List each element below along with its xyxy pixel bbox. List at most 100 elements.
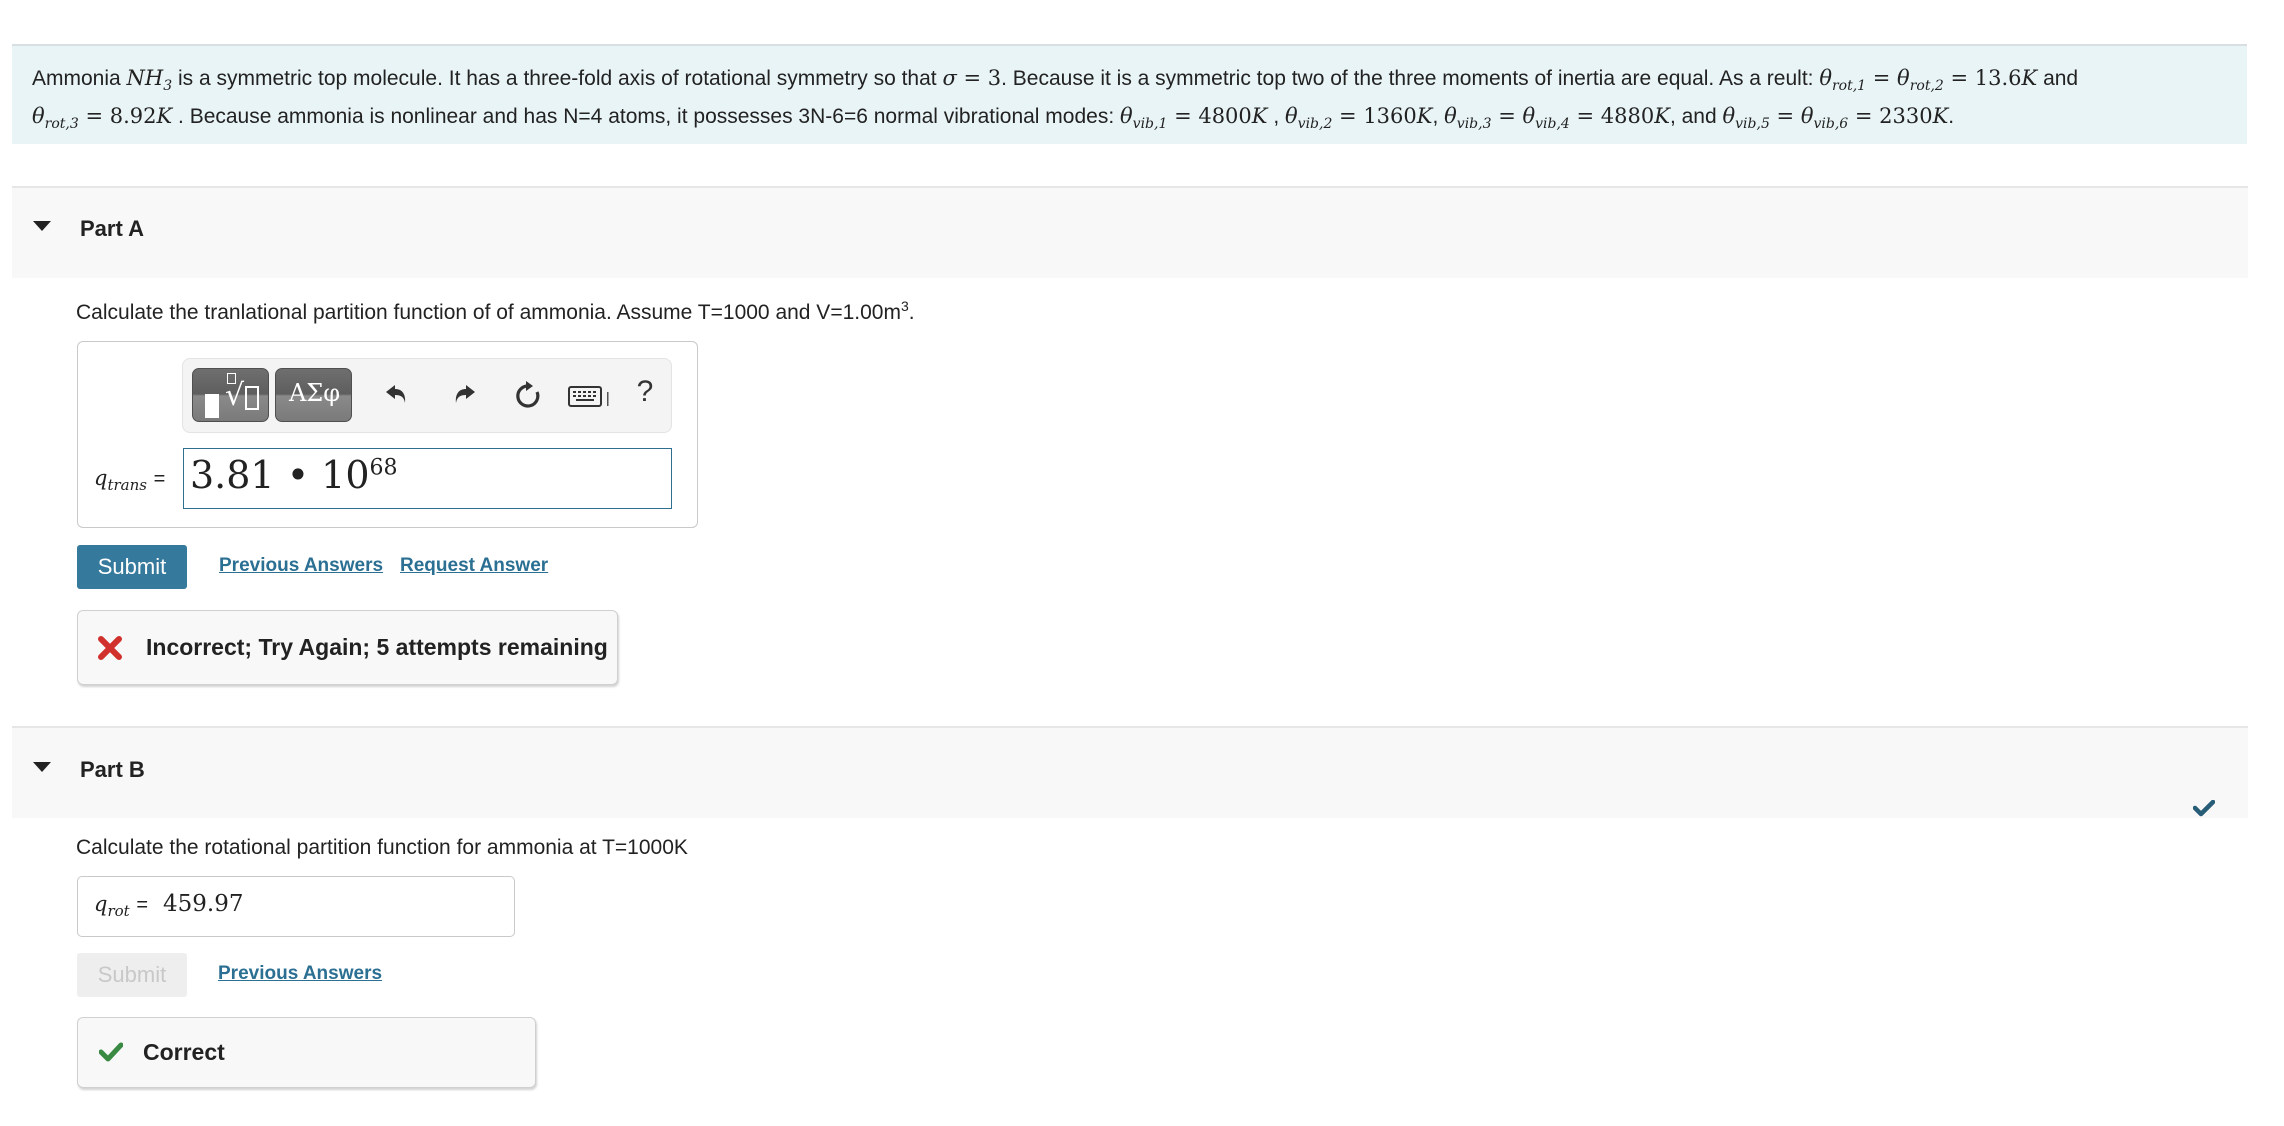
- part-a-feedback-text: Incorrect; Try Again; 5 attempts remaini…: [146, 634, 608, 660]
- help-button[interactable]: ?: [625, 375, 665, 409]
- intro-math-segment: θvib,5: [1722, 104, 1770, 133]
- intro-text: Ammonia NH3 is a symmetric top molecule.…: [32, 63, 2232, 139]
- answer-exponent: 68: [369, 455, 398, 481]
- q-rot-value: 459.97: [163, 891, 244, 917]
- intro-math-segment: θvib,4: [1522, 104, 1570, 133]
- intro-math-segment: K: [1932, 104, 1949, 129]
- undo-icon: [386, 385, 406, 403]
- intro-math-segment: = 2330: [1848, 104, 1933, 129]
- redo-icon: [455, 385, 475, 403]
- q-rot-label: qrot =: [94, 892, 148, 920]
- intro-text-segment: , and: [1669, 105, 1723, 129]
- collapse-caret-icon[interactable]: [33, 762, 51, 772]
- box-glyph-icon: [245, 386, 259, 410]
- intro-math-segment: θrot,1: [1819, 66, 1867, 95]
- label-sub: rot: [107, 902, 130, 921]
- intro-math-subscript: rot,3: [44, 116, 79, 133]
- keyboard-icon: [568, 386, 609, 407]
- equals-sign: =: [153, 468, 166, 490]
- intro-line-1: Ammonia NH3 is a symmetric top molecule.…: [32, 63, 2232, 101]
- intro-math-segment: K: [1654, 104, 1670, 129]
- q-trans-input[interactable]: 3.81 • 1068: [183, 448, 672, 509]
- undo-button[interactable]: [378, 379, 418, 417]
- intro-math-segment: NH3: [126, 66, 173, 95]
- intro-text-segment: Ammonia: [32, 67, 127, 90]
- intro-math-segment: θvib,2: [1285, 104, 1333, 133]
- intro-math-segment: K: [2021, 66, 2038, 90]
- templates-icon: [205, 394, 219, 418]
- intro-math-segment: K: [156, 104, 173, 129]
- label-sub: trans: [107, 476, 147, 495]
- answer-mantissa: 3.81 • 10: [190, 453, 370, 497]
- collapse-caret-icon[interactable]: [33, 221, 51, 231]
- part-b-answer-box: qrot = 459.97: [77, 876, 515, 937]
- intro-text-segment: . Because it is a symmetric top two of t…: [1001, 67, 1820, 90]
- index-box-icon: [227, 373, 236, 384]
- intro-math-segment: = 4880: [1569, 104, 1655, 129]
- intro-math-segment: θvib,1: [1120, 104, 1168, 133]
- intro-math-segment: =: [1491, 104, 1523, 129]
- intro-math-subscript: vib,4: [1535, 116, 1570, 133]
- keyboard-button[interactable]: [568, 383, 609, 417]
- intro-math-subscript: rot,1: [1831, 78, 1867, 95]
- redo-button[interactable]: [443, 379, 483, 417]
- intro-math-segment: = 4800: [1167, 104, 1252, 129]
- intro-math-subscript: rot,2: [1909, 78, 1944, 95]
- intro-math-segment: K: [1251, 104, 1268, 129]
- label-var: q: [94, 892, 108, 916]
- part-b-header[interactable]: Part B: [12, 726, 2248, 818]
- reset-icon: [516, 381, 540, 408]
- incorrect-x-icon: [98, 636, 122, 660]
- greek-label: ΑΣφ: [288, 379, 341, 407]
- intro-line-2: θrot,3 = 8.92K . Because ammonia is nonl…: [32, 101, 2232, 139]
- part-b-feedback-text: Correct: [143, 1039, 225, 1065]
- templates-button[interactable]: √: [192, 368, 269, 422]
- greek-symbols-button[interactable]: ΑΣφ: [275, 368, 352, 422]
- part-a-question-text: Calculate the tranlational partition fun…: [76, 301, 901, 324]
- intro-math-segment: θvib,6: [1800, 104, 1849, 133]
- part-a-question-end: .: [908, 301, 915, 324]
- q-trans-label: qtrans =: [94, 466, 165, 494]
- intro-text-segment: is a symmetric top molecule. It has a th…: [172, 67, 943, 90]
- intro-text-segment: ,: [1267, 105, 1285, 129]
- part-b-title: Part B: [80, 757, 145, 782]
- part-b-question: Calculate the rotational partition funct…: [76, 836, 688, 859]
- intro-math-segment: K: [1416, 104, 1433, 129]
- problem-intro: Ammonia NH3 is a symmetric top molecule.…: [12, 44, 2247, 144]
- part-b-feedback: Correct: [77, 1017, 536, 1088]
- part-a-previous-answers-link[interactable]: Previous Answers: [219, 555, 383, 577]
- intro-text-segment: . Because ammonia is nonlinear and has N…: [172, 105, 1121, 129]
- intro-math-subscript: vib,5: [1735, 116, 1770, 133]
- reset-button[interactable]: [508, 379, 548, 419]
- part-a-request-answer-link[interactable]: Request Answer: [400, 555, 548, 577]
- equals-sign: =: [136, 894, 149, 916]
- part-a-question-superscript: 3: [900, 298, 909, 314]
- intro-math-segment: = 1360: [1332, 104, 1417, 129]
- completed-check-icon: [2193, 800, 2215, 817]
- intro-math-segment: = 3: [956, 66, 1002, 90]
- intro-math-subscript: vib,6: [1813, 116, 1849, 133]
- intro-math-segment: =: [1769, 104, 1801, 129]
- part-a-title: Part A: [80, 216, 144, 241]
- intro-math-subscript: vib,1: [1132, 116, 1168, 133]
- intro-math-segment: σ: [942, 66, 957, 90]
- correct-check-icon: [99, 1042, 123, 1062]
- intro-math-subscript: vib,2: [1297, 116, 1333, 133]
- part-b-previous-answers-link[interactable]: Previous Answers: [218, 963, 382, 985]
- intro-math-segment: = 13.6: [1943, 66, 2022, 90]
- part-a-question: Calculate the tranlational partition fun…: [76, 298, 915, 325]
- intro-text-segment: .: [1948, 105, 1955, 129]
- part-a-feedback: Incorrect; Try Again; 5 attempts remaini…: [77, 610, 618, 685]
- intro-math-segment: θrot,2: [1897, 66, 1944, 95]
- q-trans-value: 3.81 • 1068: [190, 453, 398, 497]
- intro-text-segment: and: [2037, 67, 2079, 90]
- intro-math-segment: =: [1866, 66, 1898, 90]
- part-b-submit-button[interactable]: Submit: [77, 953, 187, 997]
- intro-math-subscript: vib,3: [1456, 116, 1492, 133]
- part-a-header[interactable]: Part A: [12, 186, 2248, 278]
- label-var: q: [94, 466, 108, 490]
- intro-math-segment: = 8.92: [78, 104, 157, 129]
- part-a-submit-button[interactable]: Submit: [77, 545, 187, 589]
- intro-math-subscript: 3: [163, 78, 173, 95]
- math-toolbar: √ ΑΣφ ?: [182, 358, 672, 433]
